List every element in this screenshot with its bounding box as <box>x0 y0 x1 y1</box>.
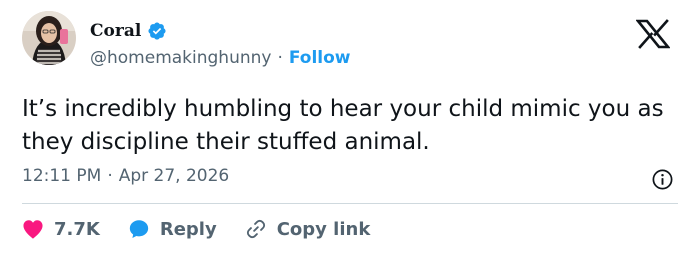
divider <box>22 203 678 204</box>
like-button[interactable]: 7.7K <box>22 219 100 240</box>
follow-button[interactable]: Follow <box>289 48 351 68</box>
handle-separator: · <box>277 48 283 68</box>
author-handle[interactable]: @homemakinghunny <box>90 48 271 68</box>
link-icon <box>245 218 267 240</box>
tweet-card: Coral @homemakinghunny · Follow It’s inc… <box>0 0 700 256</box>
display-name[interactable]: Coral <box>90 21 141 41</box>
timestamp-separator: · <box>107 166 113 186</box>
reply-label: Reply <box>159 218 217 240</box>
like-count: 7.7K <box>54 218 100 240</box>
copy-link-label: Copy link <box>276 218 371 240</box>
action-bar: 7.7K Reply Copy link <box>22 216 398 242</box>
verified-badge-icon <box>147 21 167 41</box>
x-logo-icon[interactable] <box>635 19 671 49</box>
reply-button[interactable]: Reply <box>128 218 217 240</box>
speech-bubble-icon <box>128 218 150 240</box>
copy-link-button[interactable]: Copy link <box>245 218 371 240</box>
avatar[interactable] <box>22 11 76 65</box>
author-handle-row: @homemakinghunny · Follow <box>90 48 351 68</box>
author-name-row: Coral <box>90 21 167 41</box>
timestamp: 12:11 PM · Apr 27, 2026 <box>22 166 229 186</box>
heart-icon <box>22 219 44 239</box>
tweet-time[interactable]: 12:11 PM <box>22 166 101 186</box>
info-icon[interactable] <box>651 168 674 191</box>
tweet-date[interactable]: Apr 27, 2026 <box>119 166 230 186</box>
tweet-text: It’s incredibly humbling to hear your ch… <box>22 96 664 155</box>
